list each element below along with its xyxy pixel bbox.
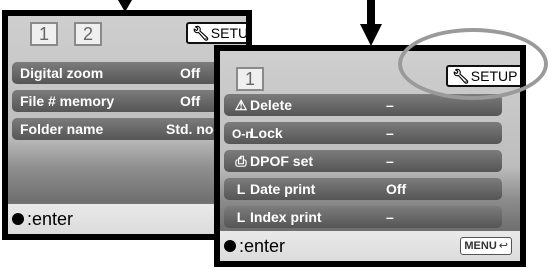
setup-tab[interactable]: 🔧︎SETUP — [186, 22, 249, 44]
enter-bar: :enter — [8, 204, 246, 234]
warning-icon: ⚠ — [234, 97, 248, 113]
setup-highlight-oval — [398, 28, 548, 100]
row-value: Off — [180, 93, 201, 109]
tab-row: 1 2 🔧︎SETUP — [8, 16, 246, 56]
row-label: Folder name — [20, 121, 104, 137]
print-icon: ⎙ — [235, 153, 247, 169]
wrench-icon: 🔧︎ — [192, 25, 210, 41]
row-label: L Date print — [232, 178, 316, 200]
center-button-icon — [224, 240, 236, 253]
enter-label: :enter — [27, 209, 74, 229]
row-value: Off — [180, 65, 201, 81]
row-label: ⚠ Delete — [232, 94, 292, 116]
arrow-down-icon — [360, 0, 382, 50]
menu-row-dpof-set[interactable]: ⎙ DPOF set – — [224, 150, 502, 172]
row-label: O‑nLock — [232, 122, 283, 145]
menu-row-file-memory[interactable]: File # memory Off — [12, 90, 246, 112]
row-label: Digital zoom — [20, 65, 104, 81]
sub-item-icon: L — [236, 209, 246, 225]
enter-label: :enter — [239, 236, 286, 256]
row-value: – — [386, 97, 394, 113]
key-icon: O‑n — [232, 127, 253, 141]
row-label: ⎙ DPOF set — [232, 150, 313, 172]
sub-item-icon: L — [236, 181, 246, 197]
row-value: Off — [386, 181, 407, 197]
menu-row-date-print[interactable]: L Date print Off — [224, 178, 502, 200]
return-icon: ↩ — [498, 240, 508, 252]
row-value: Std. nor — [166, 121, 219, 137]
menu-row-digital-zoom[interactable]: Digital zoom Off — [12, 62, 246, 84]
row-value: – — [386, 209, 394, 225]
tab-1[interactable]: 1 — [30, 22, 58, 46]
row-label: L Index print — [232, 206, 322, 228]
menu-row-lock[interactable]: O‑nLock – — [224, 122, 502, 144]
row-label: File # memory — [20, 93, 115, 109]
enter-bar: :enter MENU ↩ — [220, 231, 520, 261]
tab-2[interactable]: 2 — [74, 22, 102, 46]
center-button-icon — [12, 213, 24, 226]
menu-row-folder-name[interactable]: Folder name Std. nor — [12, 118, 246, 140]
setup-label: SETUP — [210, 25, 249, 41]
menu-button[interactable]: MENU ↩ — [460, 237, 512, 255]
row-value: – — [386, 153, 394, 169]
tab-1[interactable]: 1 — [236, 67, 264, 91]
row-value: – — [386, 125, 394, 141]
menu-row-index-print[interactable]: L Index print – — [224, 206, 502, 228]
